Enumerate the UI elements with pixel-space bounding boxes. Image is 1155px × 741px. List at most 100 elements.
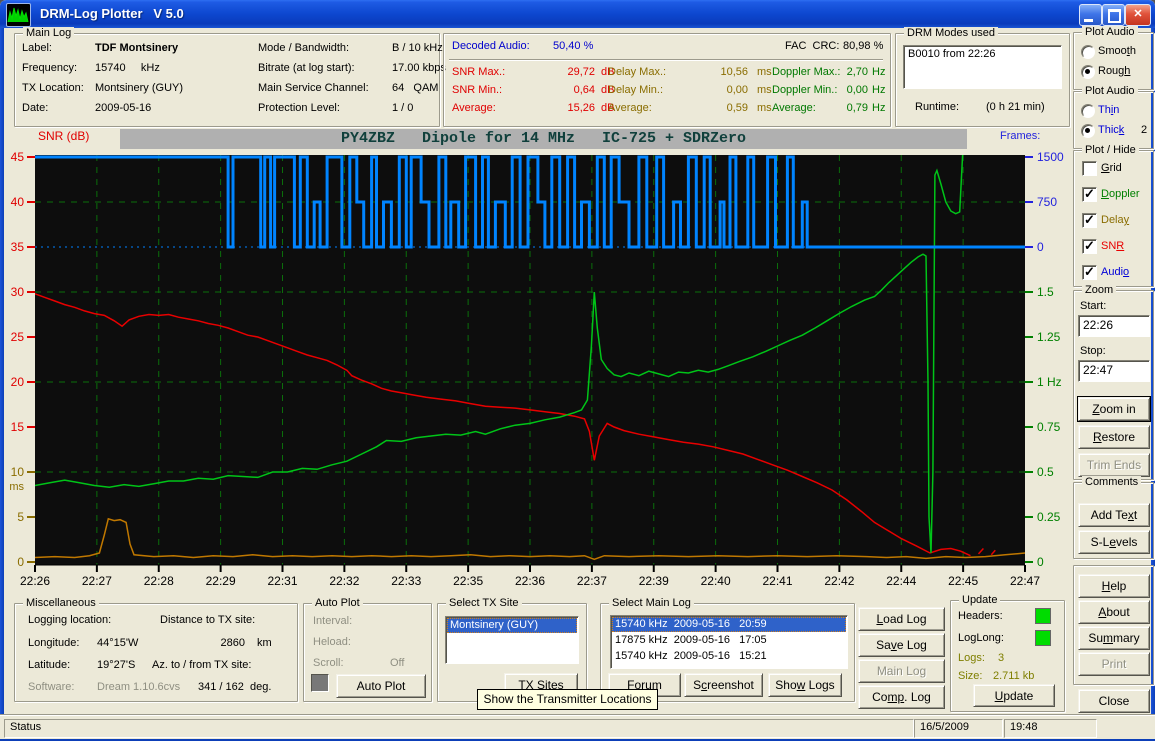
status-time: 19:48 <box>1004 719 1097 738</box>
delay-avg-unit: ms <box>757 102 772 115</box>
smooth-radio[interactable] <box>1081 45 1095 59</box>
svg-text:22:27: 22:27 <box>82 574 112 588</box>
maximize-button[interactable] <box>1102 4 1125 26</box>
svg-text:750: 750 <box>1037 195 1057 209</box>
size-caption: Size: <box>958 670 982 683</box>
main-log-item[interactable]: 15740 kHz 2009-05-16 20:59 <box>612 617 846 632</box>
svg-text:22:45: 22:45 <box>948 574 978 588</box>
snr-max-caption: SNR Max.: <box>452 66 505 79</box>
mode-caption: Mode / Bandwidth: <box>258 42 349 55</box>
svg-text:45: 45 <box>11 150 25 164</box>
scroll-caption: Scroll: <box>313 657 344 670</box>
tx-site-item[interactable]: Montsinery (GUY) <box>447 618 577 633</box>
svg-text:0: 0 <box>1037 555 1044 569</box>
svg-text:ms: ms <box>9 481 24 493</box>
thin-radio[interactable] <box>1081 104 1095 118</box>
logs-caption: Logs: <box>958 652 985 665</box>
misc-group-title: Miscellaneous <box>23 597 99 609</box>
doppler-max-value: 2,70 <box>838 66 868 79</box>
main-log-group: Main Log <box>14 33 440 127</box>
tx-location-value: Montsinery (GUY) <box>95 82 183 95</box>
comp-log-button[interactable]: Comp. Log <box>858 685 945 709</box>
screenshot-button[interactable]: Screenshot <box>684 673 763 697</box>
svg-text:1.5: 1.5 <box>1037 285 1054 299</box>
svg-text:20: 20 <box>11 375 25 389</box>
svg-text:22:37: 22:37 <box>577 574 607 588</box>
close-icon[interactable]: ✕ <box>1125 4 1151 26</box>
auto-plot-group-title: Auto Plot <box>312 597 363 609</box>
fac-crc-caption: FAC CRC: <box>785 40 839 53</box>
tooltip: Show the Transmitter Locations <box>477 689 658 710</box>
svg-text:30: 30 <box>11 285 25 299</box>
update-button[interactable]: Update <box>973 684 1055 707</box>
status-text: Status <box>4 719 914 738</box>
doppler-min-unit: Hz <box>872 84 885 97</box>
delay-min-caption: Delay Min.: <box>608 84 663 97</box>
window-title: DRM-Log Plotter V 5.0 <box>40 6 184 21</box>
app-window: DRM-Log Plotter V 5.0 ✕ Main Log Label: … <box>0 0 1155 741</box>
scroll-value: Off <box>390 657 404 670</box>
rough-radio[interactable] <box>1081 65 1095 79</box>
software-value: Dream 1.10.6cvs <box>97 681 180 694</box>
svg-text:22:31: 22:31 <box>267 574 297 588</box>
plot-canvas[interactable]: 22:2622:2722:2822:2922:3122:3222:3322:35… <box>0 125 1155 600</box>
loglong-indicator <box>1035 630 1051 646</box>
show-logs-button[interactable]: Show Logs <box>768 673 842 697</box>
svg-text:10: 10 <box>11 465 25 479</box>
interval-caption: Interval: <box>313 615 352 628</box>
maximize-icon <box>1108 9 1121 23</box>
rough-radio-label[interactable]: Rough <box>1098 65 1130 78</box>
main-log-group-title: Main Log <box>23 27 74 39</box>
load-log-button[interactable]: Load Log <box>858 607 945 631</box>
headers-caption: Headers: <box>958 610 1003 623</box>
delay-min-unit: ms <box>757 84 772 97</box>
drm-modes-listbox[interactable]: B0010 from 22:26 <box>903 45 1062 89</box>
drm-mode-item[interactable]: B0010 from 22:26 <box>905 47 1060 62</box>
title-bar[interactable]: DRM-Log Plotter V 5.0 ✕ <box>0 0 1155 28</box>
decoded-audio-value: 50,40 % <box>553 40 593 53</box>
label-value: TDF Montsinery <box>95 42 178 55</box>
svg-text:0: 0 <box>1037 240 1044 254</box>
auto-plot-button[interactable]: Auto Plot <box>336 674 426 698</box>
svg-text:5: 5 <box>17 510 24 524</box>
minimize-button[interactable] <box>1079 4 1102 26</box>
logging-location-caption: Logging location: <box>28 614 111 627</box>
msc-value: 64 QAM <box>392 82 438 95</box>
doppler-avg-value: 0,79 <box>838 102 868 115</box>
svg-text:22:42: 22:42 <box>824 574 854 588</box>
azimuth-value: 341 / 162 deg. <box>198 681 271 694</box>
tx-site-listbox[interactable]: Montsinery (GUY) <box>445 616 579 664</box>
svg-text:22:28: 22:28 <box>144 574 174 588</box>
svg-text:35: 35 <box>11 240 25 254</box>
main-log-select-group-title: Select Main Log <box>609 597 694 609</box>
main-log-item[interactable]: 15740 kHz 2009-05-16 15:21 <box>612 649 846 664</box>
thin-radio-label[interactable]: Thin <box>1098 104 1119 117</box>
tx-site-group-title: Select TX Site <box>446 597 522 609</box>
snr-min-value: 0,64 <box>540 84 595 97</box>
plot-audio1-title: Plot Audio <box>1082 26 1138 38</box>
summary-button[interactable]: Summary <box>1078 626 1150 650</box>
date-caption: Date: <box>22 102 48 115</box>
main-log-item[interactable]: 17875 kHz 2009-05-16 17:05 <box>612 633 846 648</box>
plot-audio1-group: Plot Audio <box>1073 32 1154 90</box>
stats-separator <box>449 59 883 61</box>
about-button[interactable]: About <box>1078 600 1150 624</box>
delay-avg-value: 0,59 <box>698 102 748 115</box>
latitude-caption: Latitude: <box>28 659 70 672</box>
auto-plot-indicator[interactable] <box>311 674 329 692</box>
tx-location-caption: TX Location: <box>22 82 84 95</box>
fac-crc-value: 80,98 % <box>843 40 883 53</box>
main-log-button[interactable]: Main Log <box>858 659 945 683</box>
svg-text:0.5: 0.5 <box>1037 465 1054 479</box>
doppler-max-caption: Doppler Max.: <box>772 66 840 79</box>
save-log-button[interactable]: Save Log <box>858 633 945 657</box>
smooth-radio-label[interactable]: Smooth <box>1098 45 1136 58</box>
software-caption: Software: <box>28 681 74 694</box>
svg-text:22:26: 22:26 <box>20 574 50 588</box>
close-button[interactable]: Close <box>1078 689 1150 713</box>
print-button[interactable]: Print <box>1078 652 1150 676</box>
latitude-value: 19°27'S <box>97 659 135 672</box>
main-log-listbox[interactable]: 15740 kHz 2009-05-16 20:59 17875 kHz 200… <box>610 615 848 669</box>
distance-unit: km <box>257 637 272 650</box>
svg-text:0.75: 0.75 <box>1037 420 1061 434</box>
